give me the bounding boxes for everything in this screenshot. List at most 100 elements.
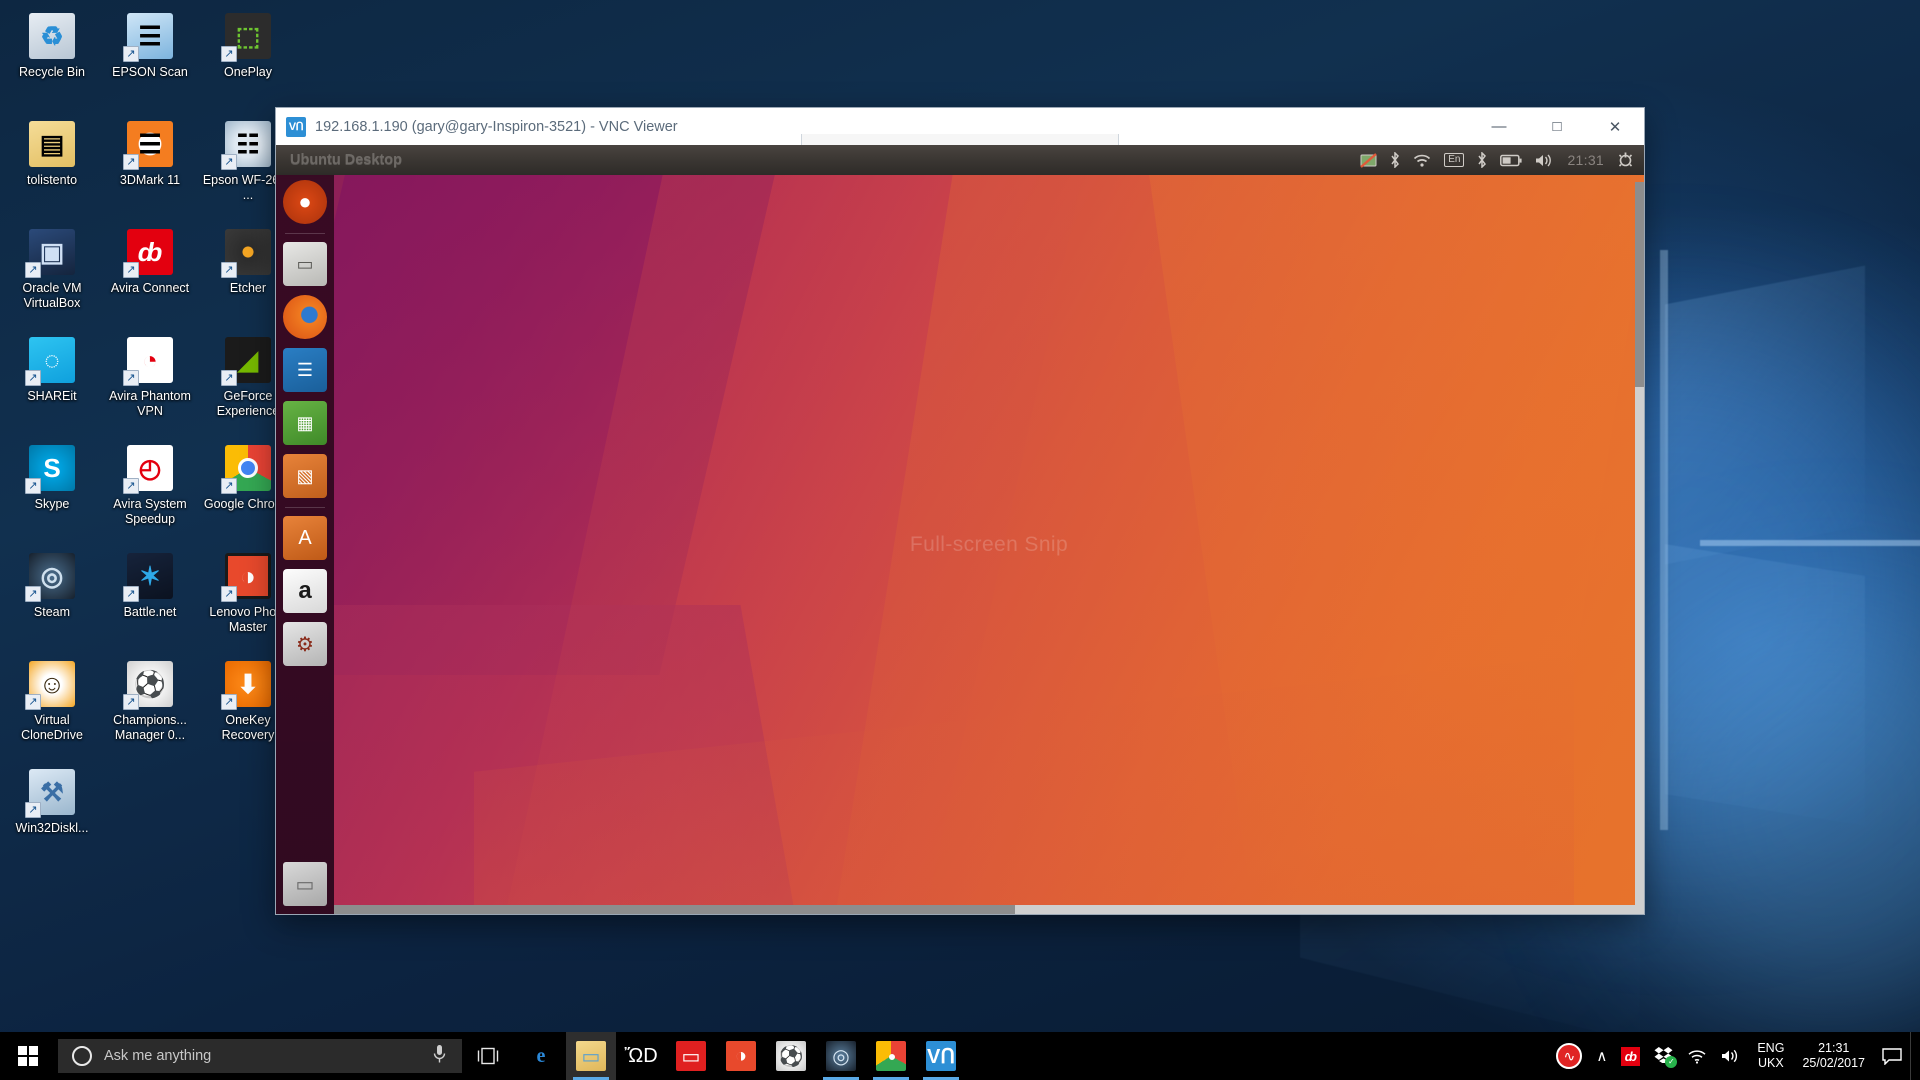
shortcut-overlay-icon: ↗ <box>123 478 139 494</box>
shortcut-overlay-icon: ↗ <box>25 370 41 386</box>
launcher-system-settings[interactable]: ⚙ <box>283 622 327 666</box>
wallpaper-shard-1 <box>1665 265 1865 565</box>
launcher-libreoffice-impress[interactable]: ▧ <box>283 454 327 498</box>
launcher-dash[interactable]: ● <box>283 180 327 224</box>
launcher-amazon[interactable]: a <box>283 569 327 613</box>
desktop-icon-label: Avira Phantom VPN <box>109 389 191 419</box>
action-center-button[interactable] <box>1874 1032 1910 1080</box>
taskbar-book-app[interactable]: ▭ <box>666 1032 716 1080</box>
launcher-firefox[interactable] <box>283 295 327 339</box>
remote-hscroll-thumb[interactable] <box>334 905 1016 914</box>
wifi-icon[interactable] <box>1413 149 1431 171</box>
launcher-trash[interactable]: ▭ <box>283 862 327 906</box>
desktop-icon-skype[interactable]: S ↗ Skype <box>4 436 100 544</box>
ubuntu-clock[interactable]: 21:31 <box>1567 152 1604 168</box>
battery-icon[interactable] <box>1500 149 1523 171</box>
tray-show-hidden-icons-chevron[interactable]: ∧ <box>1589 1032 1614 1080</box>
bluetooth-icon-secondary[interactable] <box>1477 149 1487 171</box>
desktop-icon-steam[interactable]: ◎ ↗ Steam <box>4 544 100 652</box>
shortcut-overlay-icon: ↗ <box>123 262 139 278</box>
launcher-libreoffice-calc[interactable]: ▦ <box>283 401 327 445</box>
desktop-icon-tolistento-folder[interactable]: ▤ tolistento <box>4 112 100 220</box>
taskbar-vnc-viewer[interactable]: VՈ <box>916 1032 966 1080</box>
tray-volume-icon[interactable] <box>1714 1032 1748 1080</box>
vnc-window-titlebar[interactable]: VՈ 192.168.1.190 (gary@gary-Inspiron-352… <box>276 108 1644 147</box>
desktop-icon-avira-phantom-vpn[interactable]: ◔ ↗ Avira Phantom VPN <box>102 328 198 436</box>
tray-language-indicator[interactable]: ENG UKX <box>1748 1041 1793 1072</box>
desktop-icon-virtual-clonedrive[interactable]: ☺ ↗ Virtual CloneDrive <box>4 652 100 760</box>
vnc-remote-screen[interactable]: Ubuntu Desktop En 21:31 ● ▭ ☰ ▦ ▧ A a ⚙ … <box>276 145 1644 914</box>
microphone-icon[interactable] <box>433 1044 446 1069</box>
tray-clock[interactable]: 21:31 25/02/2017 <box>1793 1041 1874 1072</box>
tray-avira-icon[interactable]: ȸ <box>1614 1032 1647 1080</box>
bluetooth-icon[interactable] <box>1390 149 1400 171</box>
win32-disk-imager-icon: ⚒ ↗ <box>25 768 76 818</box>
tray-clock-time: 21:31 <box>1818 1040 1850 1055</box>
taskbar-microsoft-store[interactable]: ὬD <box>616 1032 666 1080</box>
minimize-button[interactable]: — <box>1470 108 1528 145</box>
desktop-icon-label: Skype <box>34 497 70 511</box>
volume-icon[interactable] <box>1535 149 1554 171</box>
shortcut-overlay-icon: ↗ <box>221 46 237 62</box>
taskbar-edge[interactable]: e <box>516 1032 566 1080</box>
desktop-icon-avira-connect[interactable]: ȸ ↗ Avira Connect <box>102 220 198 328</box>
desktop-icon-battle-net[interactable]: ✶ ↗ Battle.net <box>102 544 198 652</box>
taskbar-champions-manager-icon: ⚽ <box>776 1041 806 1071</box>
taskbar-champions-manager[interactable]: ⚽ <box>766 1032 816 1080</box>
launcher-libreoffice-writer[interactable]: ☰ <box>283 348 327 392</box>
ubuntu-wallpaper[interactable]: Full-screen Snip <box>334 175 1644 914</box>
keyboard-layout-icon[interactable]: En <box>1444 149 1465 171</box>
champions-manager-icon: ⚽ ↗ <box>123 660 174 710</box>
vnc-viewer-window[interactable]: VՈ 192.168.1.190 (gary@gary-Inspiron-352… <box>276 108 1644 914</box>
taskbar-lenovo-photo-master[interactable]: ◑ <box>716 1032 766 1080</box>
taskbar-google-chrome[interactable] <box>866 1032 916 1080</box>
maximize-button[interactable]: □ <box>1528 108 1586 145</box>
desktop-icon-3dmark-11[interactable]: ☰ ↗ 3DMark 11 <box>102 112 198 220</box>
desktop-icon-oracle-vm-virtualbox[interactable]: ▣ ↗ Oracle VM VirtualBox <box>4 220 100 328</box>
tray-wifi-icon[interactable] <box>1680 1032 1714 1080</box>
recycle-bin-icon: ♻ <box>28 12 76 60</box>
launcher-files[interactable]: ▭ <box>283 242 327 286</box>
desktop-icon-shareit[interactable]: ◌ ↗ SHAREit <box>4 328 100 436</box>
show-desktop-button[interactable] <box>1910 1032 1918 1080</box>
desktop-icon-label: tolistento <box>26 173 78 187</box>
desktop-icon-oneplay[interactable]: ⬚ ↗ OnePlay <box>200 4 296 112</box>
task-view-button[interactable] <box>462 1032 514 1080</box>
remote-vscroll-thumb[interactable] <box>1635 182 1644 387</box>
remote-vertical-scrollbar[interactable] <box>1635 182 1644 914</box>
taskbar-steam[interactable]: ◎ <box>816 1032 866 1080</box>
vnc-window-controls: — □ ✕ <box>1470 108 1644 145</box>
desktop-icon-label: Etcher <box>229 281 267 295</box>
launcher-ubuntu-software[interactable]: A <box>283 516 327 560</box>
remote-horizontal-scrollbar[interactable] <box>334 905 1644 914</box>
desktop-icon-win32-disk-imager[interactable]: ⚒ ↗ Win32Diskl... <box>4 760 100 868</box>
desktop-icon-champions-manager[interactable]: ⚽ ↗ Champions... Manager 0... <box>102 652 198 760</box>
wallpaper-shard-2 <box>1665 544 1865 826</box>
unity-launcher[interactable]: ● ▭ ☰ ▦ ▧ Aa ⚙ ▭ <box>276 175 334 914</box>
wallpaper-shard-3 <box>1660 250 1668 830</box>
desktop-icon-avira-system-speedup[interactable]: ◴ ↗ Avira System Speedup <box>102 436 198 544</box>
launcher-separator <box>285 507 325 508</box>
tray-pulse-monitor-icon[interactable]: ∿ <box>1549 1032 1589 1080</box>
network-offline-icon[interactable] <box>1360 149 1378 171</box>
session-menu-gear-icon[interactable] <box>1617 149 1634 171</box>
taskbar-steam-icon: ◎ <box>826 1041 856 1071</box>
shortcut-overlay-icon: ↗ <box>25 586 41 602</box>
desktop-icon-label: 3DMark 11 <box>119 173 181 187</box>
desktop-icon-label: Recycle Bin <box>19 65 85 79</box>
tray-dropbox-icon[interactable]: ✓ <box>1647 1032 1680 1080</box>
windows-desktop[interactable]: ♻ Recycle Bin ☰ ↗ EPSON Scan ⬚ ↗ OnePlay ▤ tolist… <box>0 0 1920 1080</box>
windows-taskbar[interactable]: Ask me anything e ▭ ὬD ▭ ◑ ⚽ ◎ VՈ ∿ ∧ ȸ ✓ <box>0 1032 1920 1080</box>
geforce-experience-icon: ◢ ↗ <box>221 336 272 386</box>
ubuntu-desktop-body: ● ▭ ☰ ▦ ▧ Aa ⚙ ▭ Full-screen Snip <box>276 175 1644 914</box>
close-button[interactable]: ✕ <box>1586 108 1644 145</box>
ubuntu-indicator-area: En 21:31 <box>1360 149 1634 171</box>
desktop-icon-label: Avira System Speedup <box>113 497 187 527</box>
start-button[interactable] <box>0 1032 56 1080</box>
ubuntu-top-panel[interactable]: Ubuntu Desktop En 21:31 <box>276 145 1644 175</box>
desktop-icon-recycle-bin[interactable]: ♻ Recycle Bin <box>4 4 100 112</box>
desktop-icon-epson-scan[interactable]: ☰ ↗ EPSON Scan <box>102 4 198 112</box>
steam-icon: ◎ ↗ <box>25 552 76 602</box>
cortana-search-box[interactable]: Ask me anything <box>58 1039 462 1073</box>
taskbar-file-explorer[interactable]: ▭ <box>566 1032 616 1080</box>
